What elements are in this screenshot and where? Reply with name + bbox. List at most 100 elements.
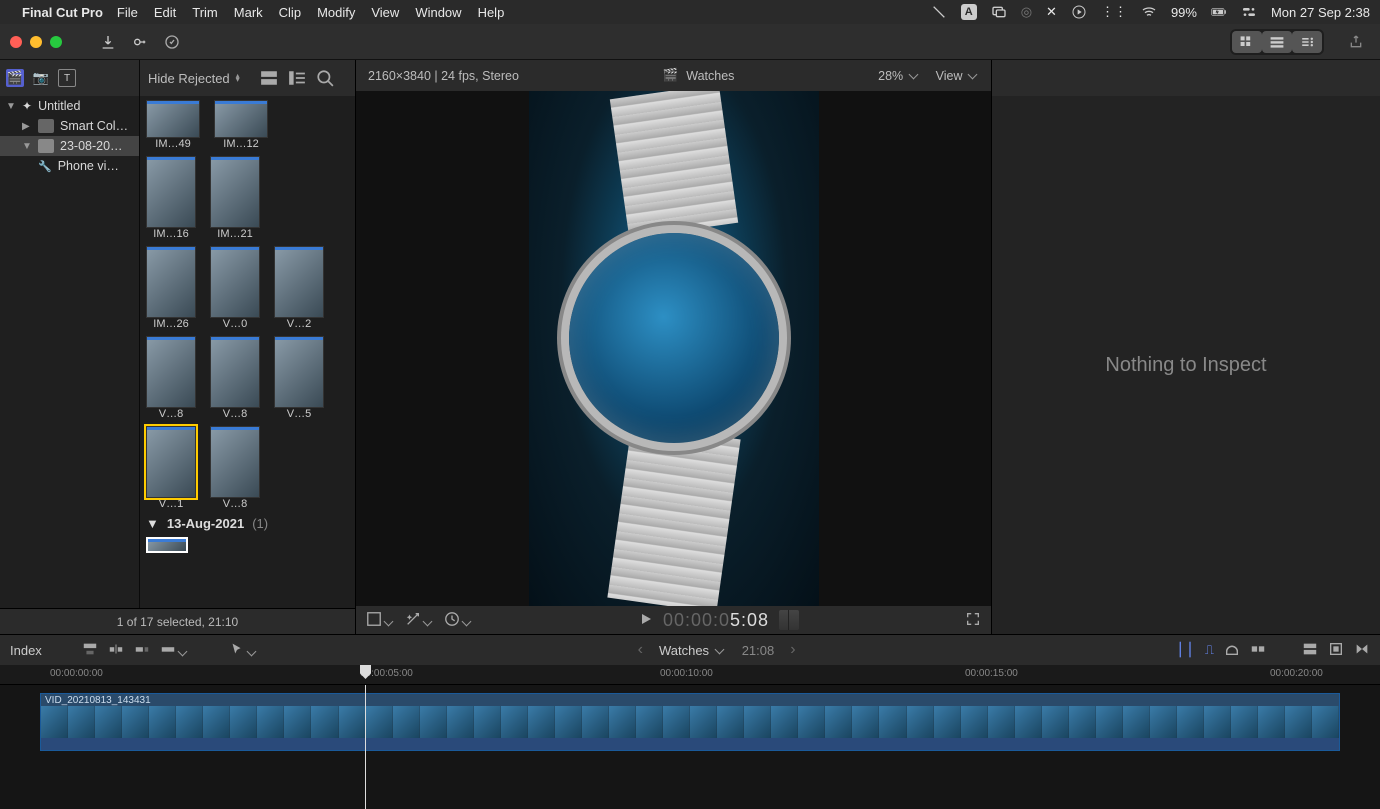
tool-select-dropdown[interactable] — [229, 641, 258, 660]
append-clip-button[interactable] — [134, 641, 150, 660]
menu-view[interactable]: View — [371, 5, 399, 20]
transform-tool-dropdown[interactable] — [366, 611, 395, 630]
show-timeline-button[interactable] — [1262, 31, 1292, 53]
clapperboard-icon: 🎬 — [663, 68, 679, 83]
show-browser-button[interactable] — [1232, 31, 1262, 53]
sidebar-library-untitled[interactable]: ▼✦Untitled — [0, 96, 139, 116]
viewer-view-dropdown[interactable]: View — [936, 69, 979, 83]
window-toolbar — [0, 24, 1380, 60]
retime-tool-dropdown[interactable] — [444, 611, 473, 630]
status-mic-slash-icon[interactable] — [931, 4, 947, 20]
play-button[interactable] — [639, 612, 653, 629]
menu-file[interactable]: File — [117, 5, 138, 20]
clip-thumb[interactable]: IM…21 — [210, 156, 260, 240]
clip-thumb[interactable] — [146, 537, 188, 553]
viewer-zoom-dropdown[interactable]: 28% — [878, 69, 920, 83]
transitions-browser-button[interactable] — [1354, 641, 1370, 660]
skimming-button[interactable]: ⎪⎪ — [1175, 642, 1195, 658]
status-play-icon[interactable] — [1071, 4, 1087, 20]
clip-thumb[interactable]: IM…16 — [146, 156, 196, 240]
library-tab-icon[interactable]: 🎬 — [6, 69, 24, 87]
menu-window[interactable]: Window — [415, 5, 461, 20]
titles-tab-icon[interactable]: T — [58, 69, 76, 87]
insert-clip-button[interactable] — [108, 641, 124, 660]
timeline-history-back[interactable]: ‹ — [638, 641, 643, 659]
show-inspector-button[interactable] — [1292, 31, 1322, 53]
clip-thumb[interactable]: V…8 — [210, 426, 260, 510]
clip-appearance-icon[interactable] — [260, 69, 278, 87]
clip-audio-track[interactable] — [41, 738, 1339, 750]
solo-button[interactable] — [1224, 641, 1240, 660]
clip-thumb[interactable]: IM…49 — [146, 100, 200, 150]
menu-trim[interactable]: Trim — [192, 5, 218, 20]
background-tasks-button[interactable] — [158, 31, 186, 53]
timeline-index-button[interactable]: Index — [10, 643, 42, 658]
snapping-button[interactable] — [1250, 641, 1266, 660]
clip-thumb-selected[interactable]: V…1 — [146, 426, 196, 510]
timeline-pane: Index ‹ Watches 21:08 › ⎪⎪ ⎍ 00:00:00:00… — [0, 634, 1380, 809]
menu-edit[interactable]: Edit — [154, 5, 176, 20]
clip-appearance-button[interactable] — [1302, 641, 1318, 660]
timeline-body[interactable]: VID_20210813_143431 — [0, 685, 1380, 809]
keyword-button[interactable] — [126, 31, 154, 53]
import-button[interactable] — [94, 31, 122, 53]
menu-modify[interactable]: Modify — [317, 5, 355, 20]
overwrite-clip-dropdown[interactable] — [160, 641, 189, 660]
status-dots-icon[interactable]: ⋮⋮ — [1101, 4, 1127, 20]
filter-dropdown[interactable]: Hide Rejected▴▾ — [148, 71, 240, 86]
viewer-timecode[interactable]: 00:00:05:08 — [663, 610, 769, 631]
window-zoom[interactable] — [50, 36, 62, 48]
macos-menubar: Final Cut Pro File Edit Trim Mark Clip M… — [0, 0, 1380, 24]
clip-thumb[interactable]: V…0 — [210, 246, 260, 330]
enhance-tool-dropdown[interactable] — [405, 611, 434, 630]
status-input-icon[interactable]: A — [961, 4, 977, 20]
inspector-pane: Nothing to Inspect — [992, 60, 1380, 634]
photos-tab-icon[interactable]: 📷 — [32, 69, 50, 87]
search-icon[interactable] — [316, 69, 334, 87]
sidebar-smart-collections[interactable]: ▶Smart Col… — [0, 116, 139, 136]
list-view-icon[interactable] — [288, 69, 306, 87]
timeline-duration: 21:08 — [742, 643, 775, 658]
sidebar-keyword-collection[interactable]: 🔧Phone vi… — [0, 156, 139, 176]
fullscreen-button[interactable] — [965, 611, 981, 630]
status-battery-icon[interactable] — [1211, 4, 1227, 20]
status-battery-pct[interactable]: 99% — [1171, 5, 1197, 20]
timeline-title-dropdown[interactable]: Watches — [659, 643, 726, 658]
effects-browser-button[interactable] — [1328, 641, 1344, 660]
clip-filmstrip — [41, 706, 1339, 738]
status-stage-icon[interactable] — [991, 4, 1007, 20]
clip-date-group[interactable]: ▼13-Aug-2021(1) — [146, 516, 349, 531]
timeline-ruler[interactable]: 00:00:00:00 00:00:05:00 00:00:10:00 00:0… — [0, 665, 1380, 685]
browser-status: 1 of 17 selected, 21:10 — [0, 608, 355, 634]
status-control-center-icon[interactable] — [1241, 4, 1257, 20]
clip-thumb[interactable]: V…2 — [274, 246, 324, 330]
menu-mark[interactable]: Mark — [234, 5, 263, 20]
status-hammer-icon[interactable]: ✕ — [1046, 4, 1057, 20]
window-minimize[interactable] — [30, 36, 42, 48]
viewer-canvas[interactable] — [356, 91, 991, 606]
viewer-title: Watches — [686, 69, 734, 83]
clip-thumb[interactable]: V…8 — [146, 336, 196, 420]
share-button[interactable] — [1342, 31, 1370, 53]
app-name[interactable]: Final Cut Pro — [22, 5, 103, 20]
connect-clip-button[interactable] — [82, 641, 98, 660]
window-close[interactable] — [10, 36, 22, 48]
library-pane: 🎬 📷 T Hide Rejected▴▾ ▼✦Untitled ▶Smart … — [0, 60, 356, 634]
audio-meter — [779, 610, 799, 630]
clip-thumb[interactable]: V…8 — [210, 336, 260, 420]
status-wifi-icon[interactable] — [1141, 4, 1157, 20]
timeline-history-fwd[interactable]: › — [790, 641, 795, 659]
sidebar-event-selected[interactable]: ▼23-08-20… — [0, 136, 139, 156]
status-airdrop-icon[interactable]: ◎ — [1021, 4, 1032, 20]
audio-skimming-button[interactable]: ⎍ — [1205, 642, 1214, 658]
clip-thumb[interactable]: IM…12 — [214, 100, 268, 150]
clip-browser[interactable]: IM…49 IM…12 IM…16 IM…21 IM…26 V…0 V…2 V…… — [140, 96, 355, 608]
inspector-empty-state: Nothing to Inspect — [992, 96, 1380, 634]
clip-thumb[interactable]: IM…26 — [146, 246, 196, 330]
clip-thumb[interactable]: V…5 — [274, 336, 324, 420]
menu-clip[interactable]: Clip — [279, 5, 301, 20]
timeline-playhead[interactable] — [365, 685, 366, 809]
menu-help[interactable]: Help — [478, 5, 505, 20]
timeline-clip[interactable]: VID_20210813_143431 — [40, 693, 1340, 751]
status-clock[interactable]: Mon 27 Sep 2:38 — [1271, 5, 1370, 20]
